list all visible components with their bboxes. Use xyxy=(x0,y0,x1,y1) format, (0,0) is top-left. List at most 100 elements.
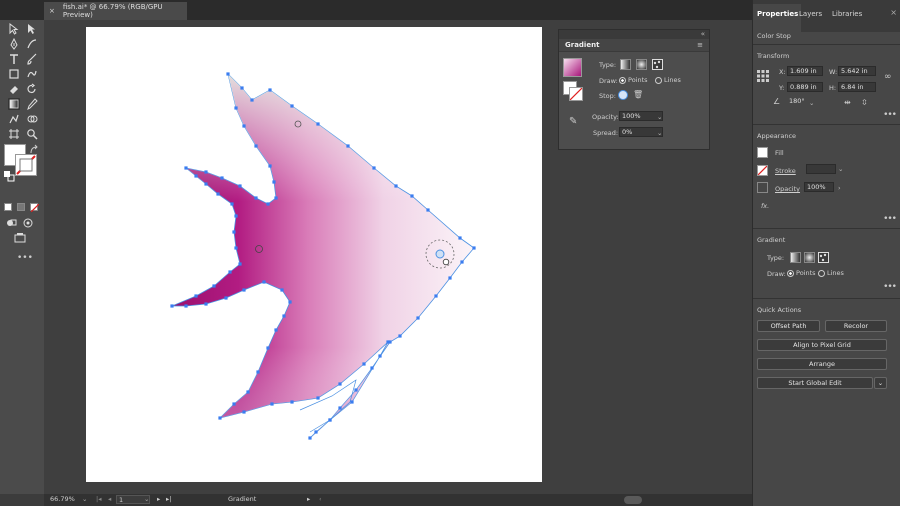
anchor-point[interactable] xyxy=(194,294,198,298)
anchor-point[interactable] xyxy=(204,182,208,186)
anchor-point[interactable] xyxy=(458,236,462,240)
anchor-point[interactable] xyxy=(232,230,236,234)
horizontal-scrollbar-thumb[interactable] xyxy=(624,496,642,504)
anchor-point[interactable] xyxy=(250,98,254,102)
anchor-point[interactable] xyxy=(226,72,230,76)
default-colors-icon[interactable] xyxy=(3,170,15,182)
prop-draw-points-option[interactable]: Points xyxy=(787,269,816,277)
radial-gradient-button[interactable] xyxy=(636,59,647,70)
start-global-edit-button[interactable]: Start Global Edit xyxy=(757,377,873,389)
anchor-point[interactable] xyxy=(218,416,222,420)
prop-draw-lines-option[interactable]: Lines xyxy=(818,269,844,277)
gradient-tool-icon[interactable] xyxy=(8,98,20,110)
x-field[interactable]: 1.609 in xyxy=(787,66,823,76)
first-artboard-icon[interactable]: |◂ xyxy=(96,495,101,503)
anchor-point[interactable] xyxy=(170,304,174,308)
close-panel-icon[interactable]: × xyxy=(890,8,897,17)
anchor-point[interactable] xyxy=(338,406,342,410)
anchor-point[interactable] xyxy=(290,400,294,404)
collapse-panel-icon[interactable]: « xyxy=(701,30,705,38)
anchor-point[interactable] xyxy=(216,192,220,196)
h-field[interactable]: 6.84 in xyxy=(838,82,876,92)
anchor-point[interactable] xyxy=(254,144,258,148)
anchor-point[interactable] xyxy=(242,410,246,414)
anchor-point[interactable] xyxy=(268,88,272,92)
stop-color-swatch[interactable] xyxy=(618,90,628,100)
none-mode-icon[interactable] xyxy=(30,203,39,212)
appearance-opacity-field[interactable]: 100% xyxy=(804,182,834,192)
next-artboard-icon[interactable]: ▸ xyxy=(157,495,160,503)
curvature-tool-icon[interactable] xyxy=(26,38,38,50)
color-stop-handle[interactable] xyxy=(442,258,450,266)
anchor-point[interactable] xyxy=(228,270,232,274)
anchor-point[interactable] xyxy=(328,418,332,422)
screen-mode-icon[interactable] xyxy=(14,232,26,244)
anchor-point[interactable] xyxy=(354,388,358,392)
anchor-point[interactable] xyxy=(394,184,398,188)
reference-point-icon[interactable] xyxy=(757,70,769,82)
artboard-dropdown-icon[interactable]: ⌄ xyxy=(144,495,149,503)
anchor-point[interactable] xyxy=(338,382,342,386)
last-artboard-icon[interactable]: ▸| xyxy=(166,495,171,503)
transform-more-icon[interactable]: ••• xyxy=(883,110,897,120)
zoom-level[interactable]: 66.79% xyxy=(50,495,75,503)
anchor-point[interactable] xyxy=(194,174,198,178)
anchor-point[interactable] xyxy=(362,362,366,366)
freeform-gradient-button[interactable] xyxy=(652,59,663,70)
opacity-dropdown-icon[interactable]: ⌄ xyxy=(657,113,662,121)
draw-inside-icon[interactable] xyxy=(22,217,34,229)
spread-dropdown-icon[interactable]: ⌄ xyxy=(657,129,662,137)
anchor-point[interactable] xyxy=(426,208,430,212)
opacity-expand-icon[interactable]: › xyxy=(838,184,841,192)
w-field[interactable]: 5.642 in xyxy=(838,66,876,76)
color-mode-icon[interactable] xyxy=(4,203,12,211)
anchor-point[interactable] xyxy=(230,202,234,206)
anchor-point[interactable] xyxy=(220,176,224,180)
anchor-point[interactable] xyxy=(378,354,382,358)
anchor-point[interactable] xyxy=(262,280,266,284)
puppet-warp-tool-icon[interactable] xyxy=(8,113,20,125)
anchor-point[interactable] xyxy=(254,196,258,200)
anchor-point[interactable] xyxy=(232,402,236,406)
anchor-point[interactable] xyxy=(282,314,286,318)
anchor-point[interactable] xyxy=(398,334,402,338)
anchor-point[interactable] xyxy=(410,194,414,198)
swap-fill-stroke-icon[interactable] xyxy=(28,144,40,156)
anchor-point[interactable] xyxy=(242,288,246,292)
anchor-point[interactable] xyxy=(212,284,216,288)
anchor-point[interactable] xyxy=(416,316,420,320)
anchor-point[interactable] xyxy=(280,288,284,292)
eyedropper-icon[interactable]: ✎ xyxy=(569,116,577,127)
eyedropper-tool-icon[interactable] xyxy=(26,98,38,110)
stroke-swatch[interactable] xyxy=(15,154,37,176)
status-menu-icon[interactable]: ▸ xyxy=(307,495,310,503)
arrange-button[interactable]: Arrange xyxy=(757,358,887,370)
global-edit-options-icon[interactable]: ⌄ xyxy=(874,377,887,389)
gradient-stroke-swatch[interactable] xyxy=(569,87,583,101)
shape-builder-tool-icon[interactable] xyxy=(26,113,38,125)
anchor-point[interactable] xyxy=(308,436,312,440)
anchor-point[interactable] xyxy=(346,144,350,148)
prop-freeform-gradient-button[interactable] xyxy=(818,252,829,263)
anchor-point[interactable] xyxy=(184,166,188,170)
appearance-fill-swatch[interactable] xyxy=(757,147,768,158)
anchor-point[interactable] xyxy=(460,260,464,264)
anchor-point[interactable] xyxy=(256,370,260,374)
shaper-tool-icon[interactable] xyxy=(26,68,38,80)
anchor-point[interactable] xyxy=(472,246,476,250)
zoom-dropdown-icon[interactable]: ⌄ xyxy=(82,495,87,503)
recolor-button[interactable]: Recolor xyxy=(825,320,887,332)
anchor-point[interactable] xyxy=(448,276,452,280)
anchor-point[interactable] xyxy=(266,202,270,206)
anchor-point[interactable] xyxy=(242,124,246,128)
effects-icon[interactable]: fx. xyxy=(761,202,769,210)
more-tools-icon[interactable]: ••• xyxy=(17,253,33,263)
fish-artwork[interactable] xyxy=(86,27,542,482)
artboard[interactable] xyxy=(86,27,542,482)
draw-normal-icon[interactable] xyxy=(5,217,17,229)
selected-color-stop[interactable] xyxy=(435,249,445,259)
delete-stop-icon[interactable]: 🗑 xyxy=(633,90,643,99)
selection-tool-icon[interactable] xyxy=(8,23,20,35)
anchor-point[interactable] xyxy=(274,196,278,200)
anchor-point[interactable] xyxy=(316,396,320,400)
